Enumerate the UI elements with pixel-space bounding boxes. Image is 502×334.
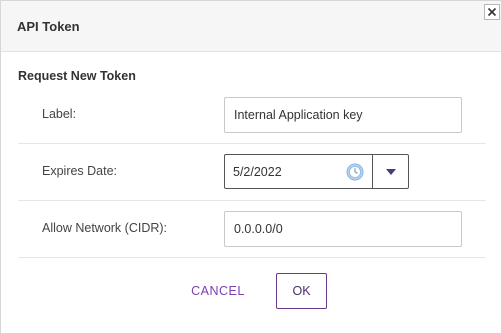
caret-down-icon [385,168,396,175]
close-icon [487,7,497,17]
close-button[interactable] [484,4,500,20]
expires-date-label: Expires Date: [42,164,118,178]
allow-network-label: Allow Network (CIDR): [42,221,168,235]
label-field-label: Label: [42,107,77,121]
ok-button[interactable]: OK [276,273,327,309]
section-title: Request New Token [18,69,136,83]
allow-network-input[interactable] [224,211,462,247]
api-token-dialog: API Token Request New Token Label: Expir… [0,0,502,334]
expires-date-picker [224,154,373,189]
row-divider [18,200,486,201]
row-divider [18,143,486,144]
label-input[interactable] [224,97,462,133]
clock-icon[interactable] [346,163,364,181]
expires-date-dropdown-button[interactable] [372,154,409,189]
row-divider [18,257,486,258]
expires-date-input[interactable] [225,155,343,188]
dialog-title: API Token [17,19,80,34]
dialog-titlebar: API Token [1,1,501,52]
cancel-button[interactable]: CANCEL [182,273,254,309]
